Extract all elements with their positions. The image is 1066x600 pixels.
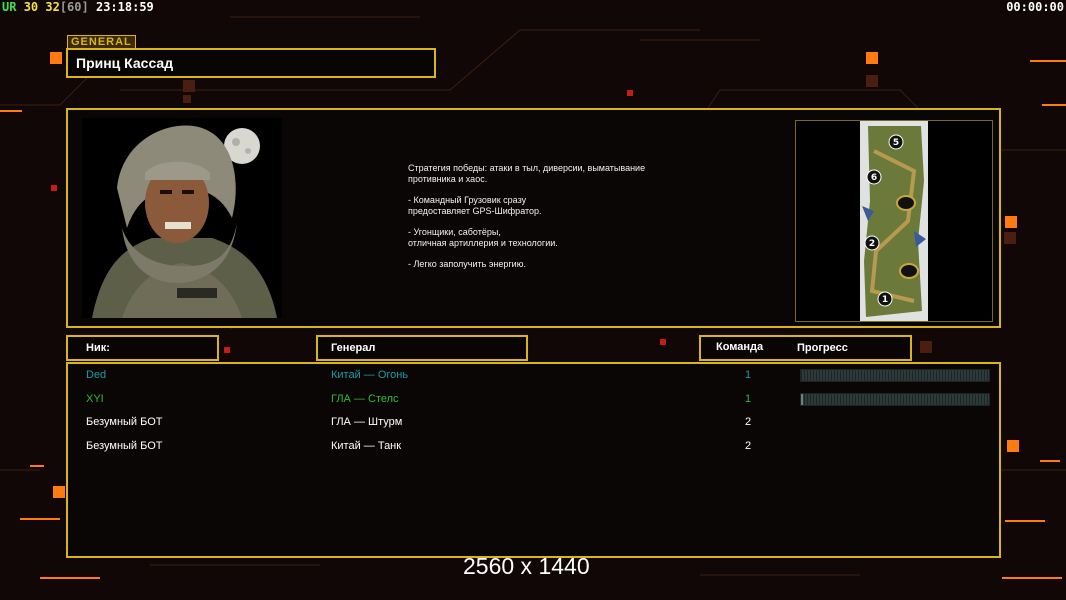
fps-value-a: 30	[23, 0, 39, 14]
fps-value-b: 32	[45, 0, 60, 14]
progress-header-label: Прогресс	[797, 342, 848, 354]
player-row[interactable]: Безумный БОТ ГЛА — Штурм 2	[68, 413, 1003, 433]
map-preview: 5 6 2 1	[795, 120, 993, 322]
general-header-label: Генерал	[331, 342, 376, 354]
player-progress-bar	[800, 393, 990, 406]
player-row[interactable]: XYI ГЛА — Стелс 1	[68, 390, 1003, 410]
start-position-2: 2	[869, 239, 875, 249]
player-general: ГЛА — Стелс	[331, 393, 399, 405]
player-progress-fill	[801, 394, 803, 405]
general-info-panel: Стратегия победы: атаки в тыл, диверсии,…	[66, 108, 1001, 328]
player-general: Китай — Огонь	[331, 369, 409, 381]
player-team: 1	[745, 393, 752, 405]
general-column-header: Генерал	[316, 335, 528, 361]
nick-header-label: Ник:	[86, 342, 110, 354]
description-line: - Командный Грузовик сразу предоставляет…	[408, 195, 542, 216]
description-line: - Легко заполучить энергию.	[408, 259, 526, 269]
player-team: 2	[745, 416, 752, 428]
minimap: 5 6 2 1	[860, 121, 928, 321]
ur-label: UR	[2, 0, 17, 14]
player-nick: Безумный БОТ	[86, 440, 163, 452]
team-progress-column-header: Команда Прогресс	[699, 335, 912, 361]
resolution-overlay: 2560 x 1440	[463, 553, 590, 579]
nick-column-header: Ник:	[66, 335, 219, 361]
player-progress-bar	[800, 369, 990, 382]
fps-clock-readout: UR 30 32[60] 23:18:59	[2, 0, 154, 14]
general-portrait	[82, 118, 282, 318]
player-team: 2	[745, 440, 752, 452]
player-team: 1	[745, 369, 752, 381]
players-panel: Ded Китай — Огонь 1 XYI ГЛА — Стелс 1 Безумный…	[66, 362, 1001, 558]
player-general: ГЛА — Штурм	[331, 416, 403, 428]
general-name: Принц Кассад	[76, 55, 174, 71]
start-position-1: 1	[882, 295, 888, 305]
player-row[interactable]: Безумный БОТ Китай — Танк 2	[68, 437, 1003, 457]
description-line: - Угонщики, саботёры, отличная артиллери…	[408, 227, 558, 248]
player-row[interactable]: Ded Китай — Огонь 1	[68, 366, 1003, 386]
start-position-5: 5	[893, 138, 899, 148]
player-general: Китай — Танк	[331, 440, 402, 452]
player-nick: Ded	[86, 369, 107, 381]
team-header-label: Команда	[716, 341, 764, 353]
general-description: Стратегия победы: атаки в тыл, диверсии,…	[408, 163, 698, 280]
game-timer: 00:00:00	[1006, 0, 1064, 14]
clock: 23:18:59	[95, 0, 154, 14]
player-nick: XYI	[86, 393, 104, 405]
fps-cap: [60]	[59, 0, 89, 14]
general-tag: GENERAL	[67, 35, 136, 49]
general-title-box: Принц Кассад	[66, 48, 436, 78]
player-nick: Безумный БОТ	[86, 416, 163, 428]
description-line: Стратегия победы: атаки в тыл, диверсии,…	[408, 163, 646, 184]
start-position-6: 6	[871, 173, 877, 183]
